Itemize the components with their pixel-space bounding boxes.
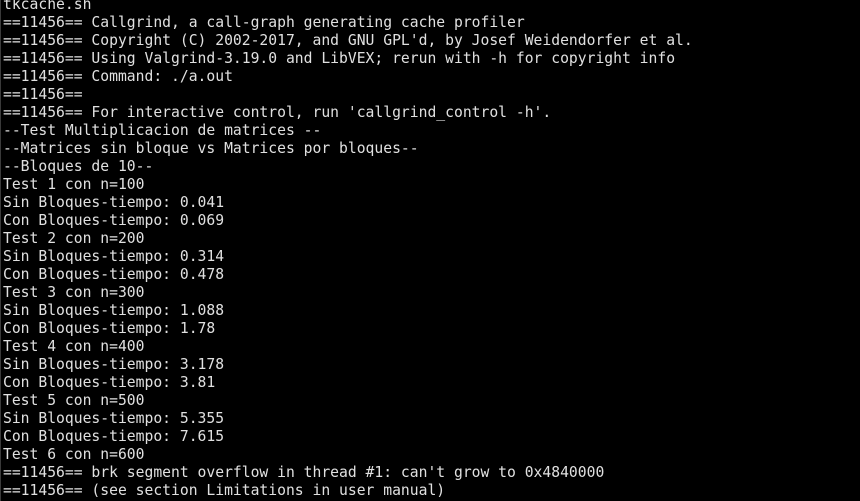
terminal-line-test-1: Test 1 con n=100 — [3, 176, 145, 193]
terminal-line-test-5-blocked: Con Bloques-tiempo: 7.615 — [3, 428, 225, 445]
terminal-line-test-5: Test 5 con n=500 — [3, 392, 145, 409]
terminal-line-interactive-control: ==11456== For interactive control, run '… — [3, 104, 552, 121]
terminal-line-test-5-unblocked: Sin Bloques-tiempo: 5.355 — [3, 410, 225, 427]
terminal-line-test-3-unblocked: Sin Bloques-tiempo: 1.088 — [3, 302, 225, 319]
terminal-line-blank-prefix: ==11456== — [3, 86, 83, 103]
terminal-line-test-header: --Test Multiplicacion de matrices -- — [3, 122, 322, 139]
terminal-line-block-size: --Bloques de 10-- — [3, 158, 154, 175]
terminal-line-test-2: Test 2 con n=200 — [3, 230, 145, 247]
terminal-line-test-2-blocked: Con Bloques-tiempo: 0.478 — [3, 266, 225, 283]
terminal-line-test-4-blocked: Con Bloques-tiempo: 3.81 — [3, 374, 216, 391]
terminal-window[interactable]: tkcache.sh ==11456== Callgrind, a call-g… — [0, 0, 860, 501]
terminal-line-matrices-header: --Matrices sin bloque vs Matrices por bl… — [3, 140, 419, 157]
terminal-left-border — [0, 0, 1, 501]
terminal-output: tkcache.sh ==11456== Callgrind, a call-g… — [3, 0, 693, 500]
terminal-line-test-3: Test 3 con n=300 — [3, 284, 145, 301]
terminal-line-limitations: ==11456== (see section Limitations in us… — [3, 482, 446, 499]
terminal-line-test-1-unblocked: Sin Bloques-tiempo: 0.041 — [3, 194, 225, 211]
terminal-line-test-3-blocked: Con Bloques-tiempo: 1.78 — [3, 320, 216, 337]
terminal-line-callgrind-banner: ==11456== Callgrind, a call-graph genera… — [3, 14, 525, 31]
terminal-line-valgrind-version: ==11456== Using Valgrind-3.19.0 and LibV… — [3, 50, 676, 67]
terminal-line-command: ==11456== Command: ./a.out — [3, 68, 233, 85]
terminal-line-test-1-blocked: Con Bloques-tiempo: 0.069 — [3, 212, 225, 229]
terminal-line-test-4: Test 4 con n=400 — [3, 338, 145, 355]
terminal-line-script-name: tkcache.sh — [3, 0, 92, 13]
terminal-line-test-2-unblocked: Sin Bloques-tiempo: 0.314 — [3, 248, 225, 265]
terminal-line-test-4-unblocked: Sin Bloques-tiempo: 3.178 — [3, 356, 225, 373]
terminal-line-test-6: Test 6 con n=600 — [3, 446, 145, 463]
terminal-line-brk-overflow: ==11456== brk segment overflow in thread… — [3, 464, 605, 481]
terminal-line-copyright: ==11456== Copyright (C) 2002-2017, and G… — [3, 32, 693, 49]
